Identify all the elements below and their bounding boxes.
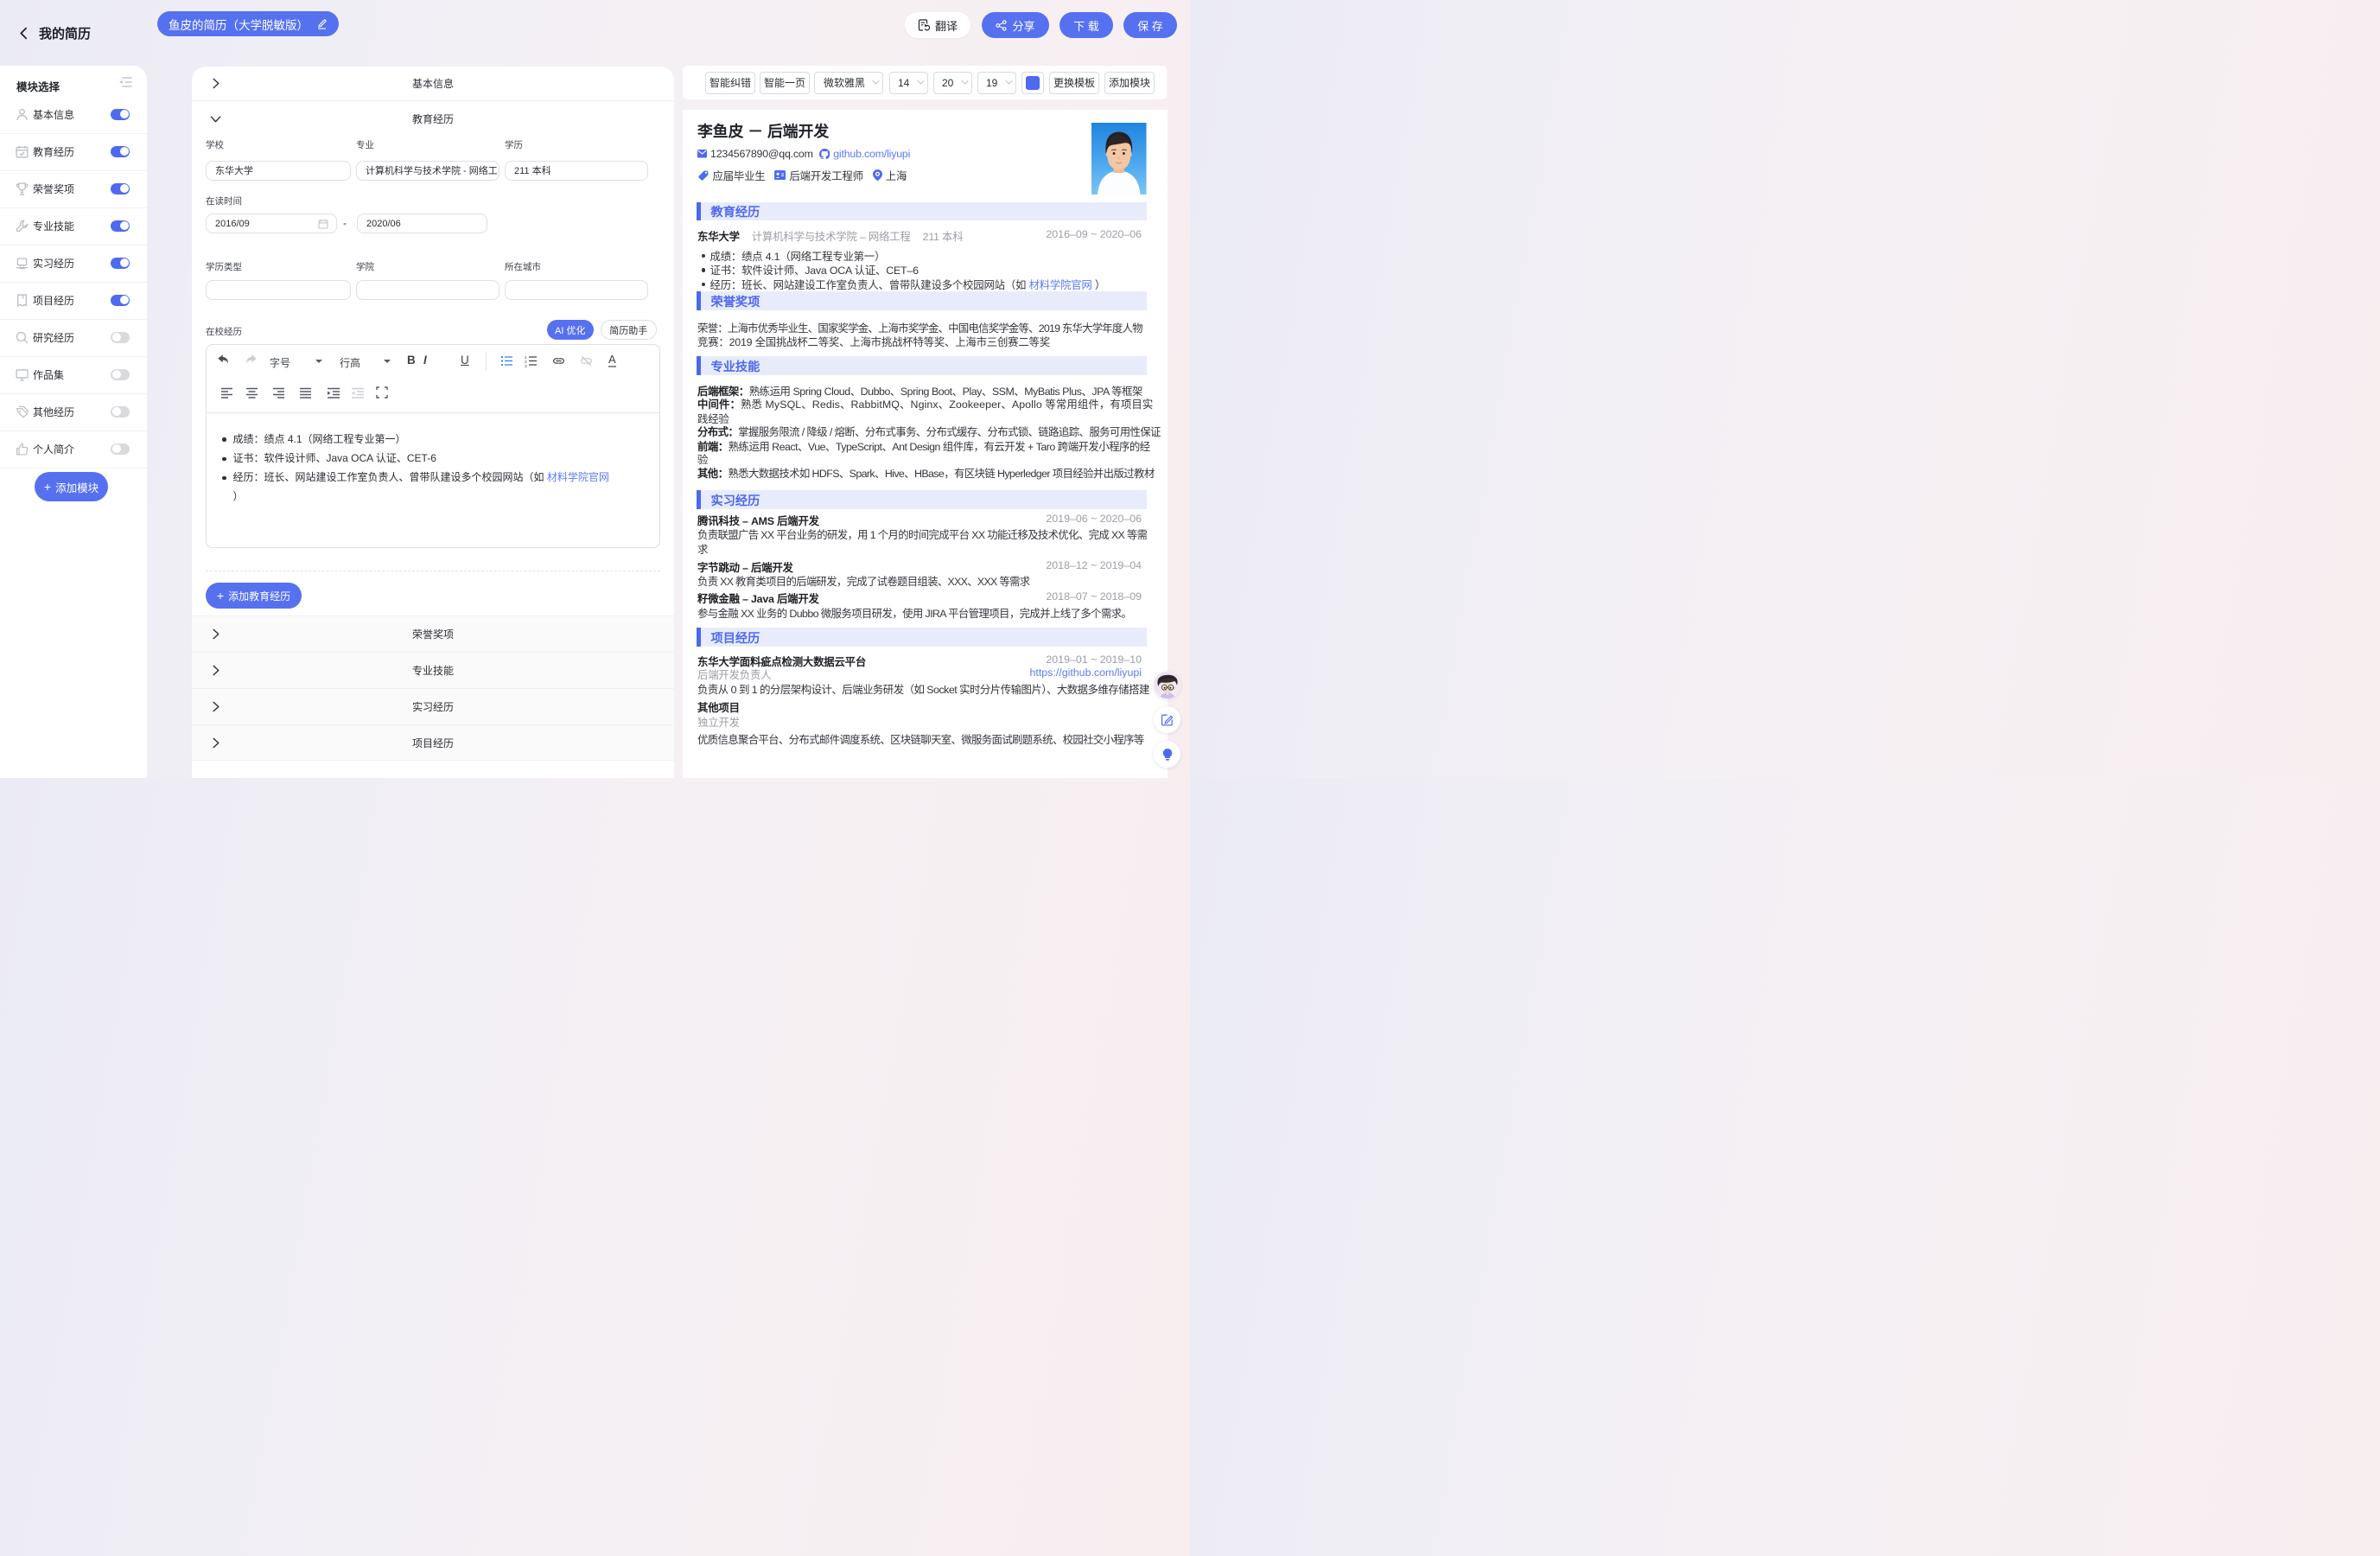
svg-text:3: 3 (525, 363, 527, 367)
